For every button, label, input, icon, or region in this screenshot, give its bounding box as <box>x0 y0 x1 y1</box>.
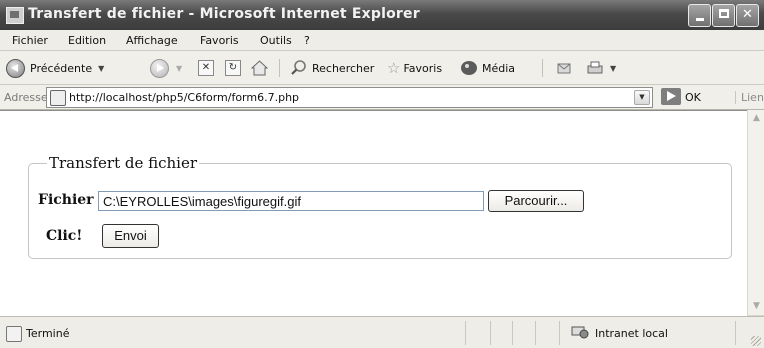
minimize-icon <box>695 18 704 21</box>
address-url[interactable]: http://localhost/php5/C6form/form6.7.php <box>69 91 299 104</box>
print-button[interactable]: ▼ <box>586 58 616 78</box>
minimize-button[interactable] <box>688 4 711 27</box>
go-arrow-icon[interactable] <box>661 88 681 105</box>
favorites-star-icon: ☆ <box>387 59 401 77</box>
links-label[interactable]: Liens <box>735 91 764 104</box>
status-text: Terminé <box>26 327 70 340</box>
media-label: Média <box>482 61 516 75</box>
menu-bar: Fichier Edition Affichage Favoris Outils… <box>0 30 764 78</box>
resize-grip-icon[interactable] <box>751 336 761 346</box>
forward-dropdown-icon[interactable]: ▼ <box>176 64 182 73</box>
scroll-down-icon[interactable]: ▼ <box>750 300 763 313</box>
forward-button[interactable]: ▼ <box>150 58 182 78</box>
toolbar-separator <box>279 59 280 77</box>
stop-icon: ✕ <box>198 60 214 76</box>
media-button[interactable]: Média <box>460 58 515 78</box>
address-bar: Adresse http://localhost/php5/C6form/for… <box>0 85 764 110</box>
forward-arrow-icon <box>150 58 169 78</box>
scroll-up-icon[interactable]: ▲ <box>750 112 763 125</box>
intranet-zone-icon <box>571 326 589 339</box>
mail-button[interactable] <box>555 58 573 78</box>
file-path-input[interactable]: C:\EYROLLES\images\figuregif.gif <box>98 191 484 211</box>
address-input[interactable]: http://localhost/php5/C6form/form6.7.php… <box>46 87 653 108</box>
status-divider <box>559 321 560 345</box>
menu-help[interactable]: ? <box>304 34 310 47</box>
print-icon <box>587 61 603 74</box>
status-divider <box>535 321 536 345</box>
browser-window: Transfert de fichier - Microsoft Interne… <box>0 0 764 348</box>
home-button[interactable] <box>251 58 268 78</box>
fieldset-legend: Transfert de fichier <box>47 154 200 172</box>
search-label: Rechercher <box>312 61 375 75</box>
title-bar[interactable]: Transfert de fichier - Microsoft Interne… <box>0 0 764 30</box>
toolbar-separator <box>542 59 543 77</box>
refresh-button[interactable]: ↻ <box>225 58 241 78</box>
favorites-label: Favoris <box>403 61 443 75</box>
stop-button[interactable]: ✕ <box>198 58 214 78</box>
standard-toolbar: Précédente ▼ ▼ ✕ ↻ Rechercher ☆ Favoris … <box>0 51 764 85</box>
refresh-icon: ↻ <box>225 60 241 76</box>
menu-fichier[interactable]: Fichier <box>12 34 48 47</box>
page-status-icon <box>6 326 22 342</box>
back-button[interactable]: Précédente ▼ <box>6 58 104 78</box>
status-divider <box>512 321 513 345</box>
maximize-button[interactable] <box>712 4 735 27</box>
home-icon <box>251 60 268 76</box>
browse-button[interactable]: Parcourir... <box>488 190 584 212</box>
status-divider <box>465 321 466 345</box>
address-dropdown-icon[interactable]: ▼ <box>634 90 650 105</box>
send-button[interactable]: Envoi <box>102 224 159 248</box>
status-divider <box>490 321 491 345</box>
favorites-button[interactable]: ☆ Favoris <box>387 58 442 78</box>
ie-app-icon <box>6 7 24 24</box>
back-arrow-icon <box>6 58 25 78</box>
menu-edition[interactable]: Edition <box>68 34 106 47</box>
file-label: Fichier <box>38 192 94 208</box>
close-icon: ✕ <box>742 7 753 22</box>
back-label: Précédente <box>30 61 93 75</box>
mail-icon <box>557 63 571 74</box>
click-label: Clic! <box>46 228 83 244</box>
maximize-icon <box>718 9 729 18</box>
window-title: Transfert de fichier - Microsoft Interne… <box>28 6 420 22</box>
search-button[interactable]: Rechercher <box>290 58 374 78</box>
menu-outils[interactable]: Outils <box>260 34 292 47</box>
vertical-scrollbar[interactable]: ▲ ▼ <box>747 110 764 315</box>
page-icon <box>50 90 66 106</box>
page-content: Transfert de fichier Fichier C:\EYROLLES… <box>0 110 747 316</box>
back-dropdown-icon[interactable]: ▼ <box>98 64 104 73</box>
close-button[interactable]: ✕ <box>736 4 759 27</box>
status-bar: Terminé Intranet local <box>0 316 764 348</box>
menu-favoris[interactable]: Favoris <box>200 34 239 47</box>
address-label: Adresse <box>4 91 48 104</box>
go-label[interactable]: OK <box>685 91 701 104</box>
media-icon <box>461 61 477 75</box>
print-dropdown-icon[interactable]: ▼ <box>610 64 616 73</box>
menu-affichage[interactable]: Affichage <box>126 34 178 47</box>
security-zone-label: Intranet local <box>595 327 668 340</box>
search-icon <box>291 60 306 75</box>
status-divider <box>735 321 736 345</box>
